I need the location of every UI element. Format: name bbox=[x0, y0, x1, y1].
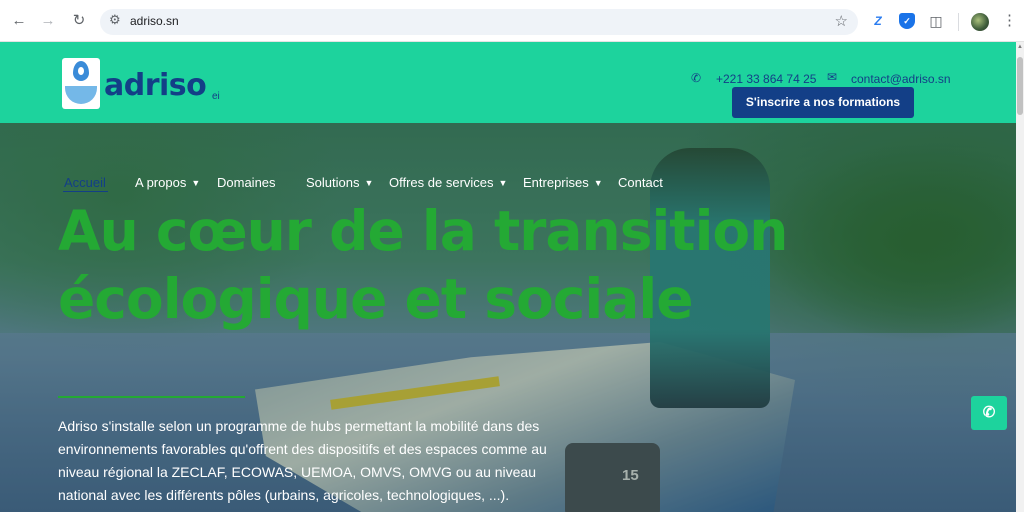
url-text[interactable]: adriso.sn bbox=[130, 14, 179, 28]
hero-description: Adriso s'installe selon un programme de … bbox=[58, 418, 547, 503]
profile-avatar[interactable] bbox=[971, 13, 989, 31]
scrollbar-thumb[interactable] bbox=[1017, 57, 1023, 115]
floating-phone-button[interactable]: ✆ bbox=[971, 396, 1007, 430]
nav-item-solutions[interactable]: Solutions ▼ bbox=[306, 175, 373, 190]
hero-title-line-2: écologique et sociale bbox=[58, 267, 694, 331]
more-vert-icon[interactable]: ⋮ bbox=[1002, 11, 1017, 29]
reload-icon[interactable]: ↻ bbox=[69, 11, 89, 31]
nav-item-contact[interactable]: Contact bbox=[618, 175, 663, 190]
main-nav: Accueil A propos ▼ Domaines Solutions ▼ Of… bbox=[0, 175, 1016, 199]
nav-active-underline bbox=[63, 191, 108, 192]
nav-label: Domaines bbox=[217, 175, 276, 190]
scroll-up-arrow-icon[interactable]: ▲ bbox=[1016, 43, 1024, 51]
site-info-icon[interactable]: ⚙ bbox=[109, 12, 121, 28]
caret-down-icon: ▼ bbox=[364, 178, 374, 188]
shield-extension-icon[interactable]: ✓ bbox=[899, 13, 915, 29]
toolbar-divider bbox=[958, 13, 959, 31]
site-header: adriso ei ✆ +221 33 864 74 25 ✉ contact@… bbox=[0, 42, 1016, 123]
header-phone[interactable]: +221 33 864 74 25 bbox=[716, 72, 816, 86]
nav-item-a-propos[interactable]: A propos ▼ bbox=[135, 175, 200, 190]
phone-icon: ✆ bbox=[691, 71, 702, 85]
logo-icon[interactable] bbox=[62, 58, 100, 109]
nav-label: Offres de services bbox=[389, 175, 494, 190]
nav-item-offres-de-services[interactable]: Offres de services ▼ bbox=[389, 175, 507, 190]
bookmark-star-icon[interactable]: ☆ bbox=[835, 12, 848, 30]
nav-item-accueil[interactable]: Accueil bbox=[64, 175, 106, 190]
header-email[interactable]: contact@adriso.sn bbox=[851, 72, 951, 86]
puzzle-icon[interactable]: ◫ bbox=[928, 13, 944, 29]
nav-label: Contact bbox=[618, 175, 663, 190]
brand-suffix: ei bbox=[212, 91, 220, 102]
nav-label: Accueil bbox=[64, 175, 106, 190]
hand-icon bbox=[65, 86, 97, 104]
caret-down-icon: ▼ bbox=[498, 178, 508, 188]
hero-title-line-1: Au cœur de la transition bbox=[58, 199, 788, 263]
caret-down-icon: ▼ bbox=[191, 178, 201, 188]
caret-down-icon: ▼ bbox=[593, 178, 603, 188]
forward-icon[interactable]: → bbox=[38, 11, 58, 31]
nav-label: Solutions bbox=[306, 175, 360, 190]
water-drop-icon bbox=[73, 61, 89, 81]
nav-label: A propos bbox=[135, 175, 187, 190]
hero-divider bbox=[58, 396, 245, 398]
phone-icon: ✆ bbox=[982, 404, 996, 421]
browser-toolbar: ← → ↻ ⚙ adriso.sn ☆ Z ✓ ◫ ⋮ bbox=[0, 0, 1024, 42]
hero-title: Au cœur de la transition écologique et s… bbox=[58, 197, 858, 333]
nav-label: Entreprises bbox=[523, 175, 589, 190]
nav-item-entreprises[interactable]: Entreprises ▼ bbox=[523, 175, 603, 190]
mail-icon: ✉ bbox=[827, 70, 838, 84]
z-extension-icon[interactable]: Z bbox=[870, 13, 886, 29]
nav-item-domaines[interactable]: Domaines bbox=[217, 175, 276, 190]
brand-name[interactable]: adriso bbox=[104, 68, 207, 103]
signup-training-button[interactable]: S'inscrire a nos formations bbox=[732, 87, 914, 118]
back-icon[interactable]: ← bbox=[9, 11, 29, 31]
address-bar[interactable]: ⚙ adriso.sn ☆ bbox=[100, 9, 858, 35]
